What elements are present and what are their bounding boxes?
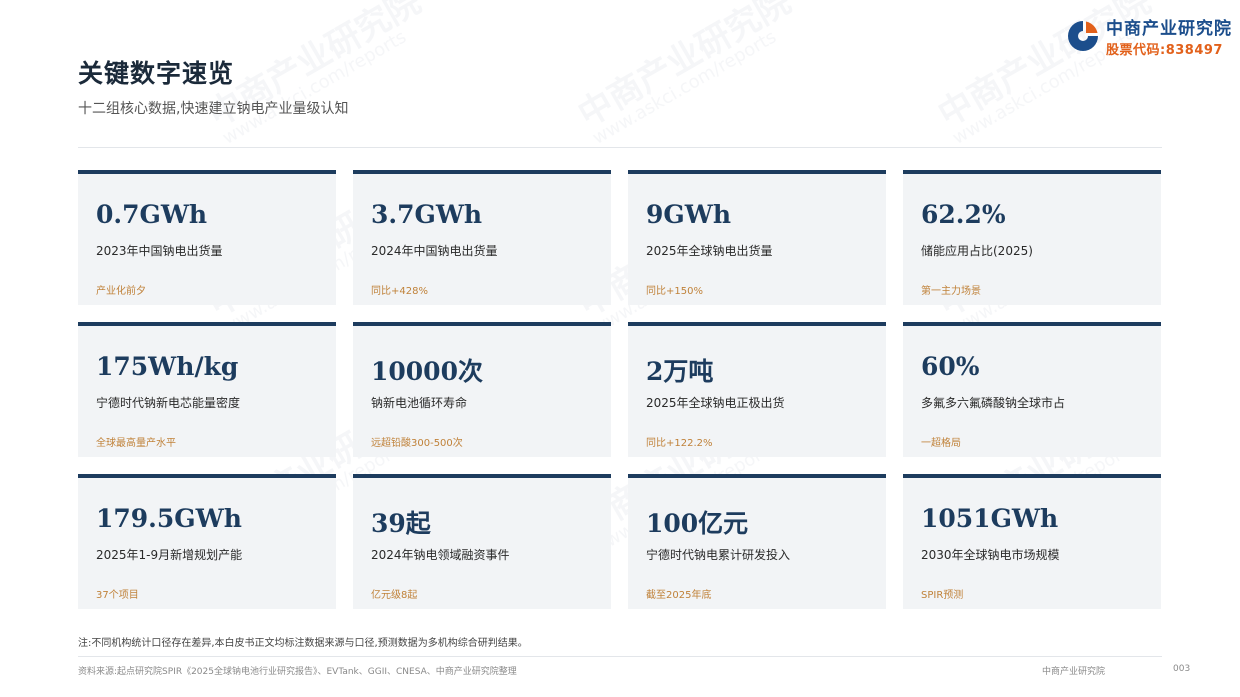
- metric-value: 2万吨: [646, 357, 714, 386]
- watermark-text: 中商产业研究院www.askci.com/reports: [201, 0, 428, 149]
- metric-card: 1051GWh 2030年全球钠电市场规模 SPIR预测: [903, 474, 1161, 609]
- metric-label: 2025年全球钠电出货量: [646, 244, 773, 258]
- metric-label: 2025年全球钠电正极出货: [646, 396, 785, 410]
- metric-card: 2万吨 2025年全球钠电正极出货 同比+122.2%: [628, 322, 886, 457]
- logo-icon: [1066, 19, 1100, 53]
- metric-note: 全球最高量产水平: [96, 438, 176, 449]
- logo-stock-code: 股票代码:838497: [1106, 43, 1223, 58]
- footer-brand: 中商产业研究院: [1042, 667, 1106, 677]
- metric-value: 1051GWh: [921, 504, 1059, 533]
- source-note: 资料来源:起点研究院SPIR《2025全球钠电池行业研究报告》、EVTank、G…: [78, 667, 517, 677]
- slide-page: 中商产业研究院 www.askci.com/reports 中商产业研究院 www.…: [0, 0, 1240, 697]
- page-number: 003: [1173, 664, 1191, 674]
- metric-label: 2030年全球钠电市场规模: [921, 548, 1060, 562]
- metric-card: 39起 2024年钠电领域融资事件 亿元级8起: [353, 474, 611, 609]
- metric-note: 一超格局: [921, 438, 961, 449]
- logo-name: 中商产业研究院: [1106, 19, 1232, 39]
- metric-note: 37个项目: [96, 590, 139, 601]
- metric-value: 9GWh: [646, 200, 731, 229]
- metric-note: 截至2025年底: [646, 590, 712, 601]
- metric-card: 10000次 钠新电池循环寿命 远超铅酸300-500次: [353, 322, 611, 457]
- metric-label: 2025年1-9月新增规划产能: [96, 548, 243, 562]
- metric-note: SPIR预测: [921, 590, 964, 601]
- metric-note: 同比+122.2%: [646, 438, 713, 449]
- metric-value: 175Wh/kg: [96, 352, 239, 381]
- metric-label: 钠新电池循环寿命: [371, 396, 468, 410]
- metric-label: 多氟多六氟磷酸钠全球市占: [921, 396, 1066, 410]
- footer-divider: [78, 656, 1162, 657]
- metric-label: 宁德时代钠电累计研发投入: [646, 548, 791, 562]
- metric-card: 175Wh/kg 宁德时代钠新电芯能量密度 全球最高量产水平: [78, 322, 336, 457]
- page-subtitle: 十二组核心数据,快速建立钠电产业量级认知: [78, 101, 349, 117]
- metric-card: 62.2% 储能应用占比(2025) 第一主力场景: [903, 170, 1161, 305]
- metric-card: 179.5GWh 2025年1-9月新增规划产能 37个项目: [78, 474, 336, 609]
- page-title: 关键数字速览: [78, 59, 235, 88]
- metric-card: 60% 多氟多六氟磷酸钠全球市占 一超格局: [903, 322, 1161, 457]
- metrics-grid: 0.7GWh 2023年中国钠电出货量 产业化前夕 3.7GWh 2024年中国…: [78, 170, 1161, 609]
- metric-note: 产业化前夕: [96, 286, 146, 297]
- metric-label: 储能应用占比(2025): [921, 244, 1033, 258]
- metric-value: 62.2%: [921, 200, 1006, 229]
- metric-card: 0.7GWh 2023年中国钠电出货量 产业化前夕: [78, 170, 336, 305]
- metric-label: 2023年中国钠电出货量: [96, 244, 223, 258]
- metric-card: 100亿元 宁德时代钠电累计研发投入 截至2025年底: [628, 474, 886, 609]
- metric-value: 0.7GWh: [96, 200, 208, 229]
- metric-card: 9GWh 2025年全球钠电出货量 同比+150%: [628, 170, 886, 305]
- metric-value: 179.5GWh: [96, 504, 242, 533]
- metric-note: 第一主力场景: [921, 286, 981, 297]
- metric-note: 同比+428%: [371, 286, 428, 297]
- metric-value: 10000次: [371, 357, 483, 386]
- watermark-text: 中商产业研究院www.askci.com/reports: [571, 0, 798, 149]
- metric-value: 3.7GWh: [371, 200, 483, 229]
- footnote: 注:不同机构统计口径存在差异,本白皮书正文均标注数据来源与口径,预测数据为多机构…: [78, 638, 528, 649]
- metric-label: 2024年钠电领域融资事件: [371, 548, 510, 562]
- company-logo: 中商产业研究院 股票代码:838497: [1066, 14, 1232, 58]
- metric-card: 3.7GWh 2024年中国钠电出货量 同比+428%: [353, 170, 611, 305]
- metric-note: 远超铅酸300-500次: [371, 438, 463, 449]
- metric-note: 亿元级8起: [371, 590, 418, 601]
- metric-note: 同比+150%: [646, 286, 703, 297]
- metric-value: 60%: [921, 352, 980, 381]
- metric-label: 2024年中国钠电出货量: [371, 244, 498, 258]
- metric-value: 100亿元: [646, 509, 749, 538]
- metric-value: 39起: [371, 509, 431, 538]
- metric-label: 宁德时代钠新电芯能量密度: [96, 396, 241, 410]
- divider: [78, 147, 1162, 148]
